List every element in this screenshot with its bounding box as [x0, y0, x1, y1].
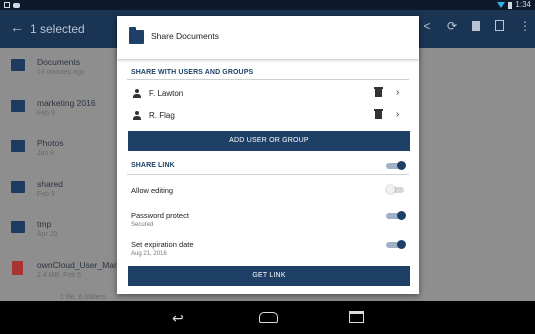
file-name: Photos: [37, 138, 64, 148]
file-name: marketing 2016: [37, 97, 96, 108]
file-meta: 2.4 MB, Feb 5: [37, 271, 81, 279]
pdf-icon: [12, 260, 23, 275]
delete-icon[interactable]: [374, 109, 383, 119]
recent-apps-icon[interactable]: [349, 311, 364, 323]
list-item[interactable]: Documents 18 minutes ago: [0, 48, 120, 89]
expiration-label: Set expiration date: [131, 240, 194, 249]
allow-editing-label: Allow editing: [131, 186, 174, 195]
home-icon[interactable]: [259, 312, 278, 323]
copy-icon[interactable]: [495, 20, 504, 31]
system-nav-bar: ↩: [0, 301, 535, 334]
add-user-button[interactable]: ADD USER OR GROUP: [128, 131, 410, 151]
dialog-header: Share Documents: [117, 16, 419, 59]
user-name: F. Lawton: [149, 89, 184, 98]
list-item[interactable]: ownCloud_User_Man 2.4 MB, Feb 5: [0, 251, 120, 292]
folder-icon: [129, 27, 144, 44]
user-name: R. Flag: [149, 111, 175, 120]
password-protect-toggle[interactable]: [386, 211, 406, 220]
back-icon[interactable]: ↩: [172, 310, 184, 327]
share-user-row[interactable]: F. Lawton ›: [117, 83, 419, 105]
chevron-right-icon[interactable]: ›: [396, 87, 399, 98]
wifi-icon: [497, 2, 506, 8]
folder-icon: [11, 221, 25, 233]
delete-icon[interactable]: [472, 21, 480, 31]
file-name: Documents: [37, 57, 80, 67]
get-link-button[interactable]: GET LINK: [128, 266, 410, 286]
share-icon[interactable]: <: [422, 20, 432, 32]
arrow-left-icon[interactable]: ←: [10, 19, 24, 35]
battery-icon: [508, 1, 513, 9]
share-users-heading: SHARE WITH USERS AND GROUPS: [131, 69, 254, 76]
file-meta: Jun 8: [37, 150, 55, 157]
share-dialog: Share Documents SHARE WITH USERS AND GRO…: [117, 16, 419, 294]
share-link-heading: SHARE LINK: [131, 162, 175, 169]
list-item[interactable]: shared Feb 9: [0, 170, 120, 211]
list-item[interactable]: marketing 2016 Feb 9: [0, 89, 120, 130]
chevron-right-icon[interactable]: ›: [396, 109, 399, 120]
list-item[interactable]: tmp Apr 29: [0, 210, 120, 251]
share-link-toggle[interactable]: [386, 161, 406, 170]
file-name: shared: [37, 178, 63, 189]
folder-icon: [11, 140, 25, 152]
status-bar: 1:34: [0, 0, 535, 10]
delete-icon[interactable]: [374, 87, 383, 97]
file-name: tmp: [37, 219, 52, 229]
clock: 1:34: [515, 0, 531, 9]
password-status: Secured: [131, 222, 154, 228]
expiration-date: Aug 21, 2016: [131, 251, 167, 257]
person-icon: [133, 111, 141, 120]
file-meta: 18 minutes ago: [37, 69, 85, 76]
password-protect-label: Password protect: [131, 211, 189, 220]
file-meta: Feb 9: [37, 190, 55, 198]
person-icon: [133, 89, 141, 98]
allow-editing-toggle[interactable]: [386, 185, 406, 194]
list-item[interactable]: Photos Jun 8: [0, 129, 120, 170]
file-meta: Apr 29: [37, 231, 58, 238]
file-count: 1 file, 6 folders: [60, 294, 106, 301]
shared-folder-icon: [11, 180, 25, 193]
more-vert-icon[interactable]: ⋮: [519, 20, 531, 32]
shared-folder-icon: [11, 99, 25, 112]
sync-icon[interactable]: ⟳: [447, 20, 457, 32]
divider: [127, 79, 409, 80]
share-user-row[interactable]: R. Flag ›: [117, 105, 419, 127]
file-list: Documents 18 minutes ago marketing 2016 …: [0, 48, 120, 291]
message-notification-icon: [13, 2, 20, 8]
file-meta: Feb 9: [37, 109, 55, 117]
selection-title: 1 selected: [30, 22, 85, 36]
folder-icon: [11, 59, 25, 71]
dialog-title: Share Documents: [151, 31, 220, 41]
divider: [127, 174, 409, 175]
screenshot-notification-icon: [4, 2, 10, 8]
file-name: ownCloud_User_Man: [37, 259, 119, 270]
expiration-toggle[interactable]: [386, 240, 406, 249]
